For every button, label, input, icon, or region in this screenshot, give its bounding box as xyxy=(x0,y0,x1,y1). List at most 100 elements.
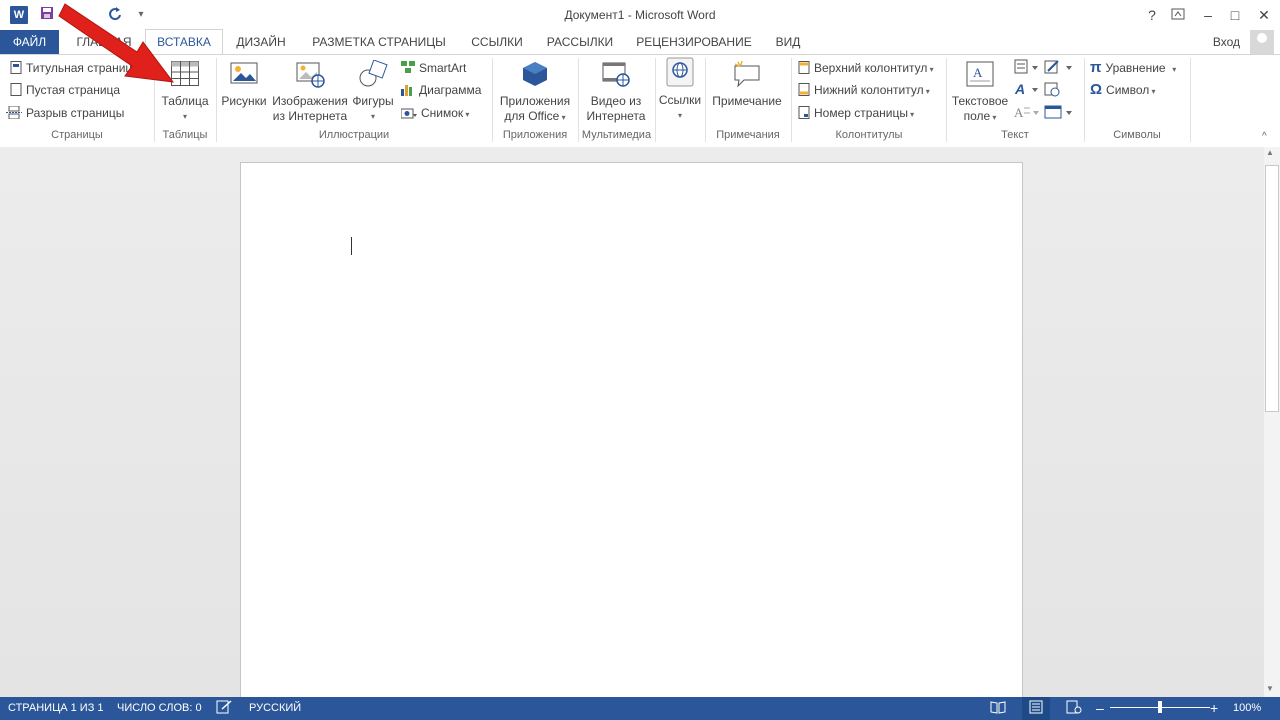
tab-page-layout[interactable]: РАЗМЕТКА СТРАНИЦЫ xyxy=(304,30,454,54)
pictures-label: Рисунки xyxy=(221,94,267,108)
online-video-label-line2: Интернета xyxy=(586,109,646,123)
window-title: Документ1 - Microsoft Word xyxy=(564,8,716,22)
chevron-down-icon: ▾ xyxy=(927,65,934,74)
chart-button[interactable]: Диаграмма xyxy=(401,80,481,100)
signature-line-icon[interactable] xyxy=(1044,59,1074,78)
scroll-down-icon[interactable]: ▼ xyxy=(1266,684,1274,693)
help-button[interactable]: ? xyxy=(1141,4,1163,26)
online-pictures-button[interactable]: Изображения из Интернета xyxy=(271,60,349,124)
zoom-slider-thumb[interactable] xyxy=(1158,701,1162,713)
symbol-button[interactable]: Ω Символ ▾ xyxy=(1090,80,1156,100)
tab-review[interactable]: РЕЦЕНЗИРОВАНИЕ xyxy=(630,30,758,54)
online-video-icon xyxy=(601,60,631,88)
word-count[interactable]: ЧИСЛО СЛОВ: 0 xyxy=(117,697,202,720)
chevron-down-icon: ▾ xyxy=(1165,65,1177,74)
chevron-down-icon: ▾ xyxy=(1149,87,1156,96)
footer-button[interactable]: Нижний колонтитул ▾ xyxy=(798,80,930,100)
online-video-button[interactable]: Видео из Интернета xyxy=(582,60,650,124)
svg-text:A: A xyxy=(1014,105,1024,120)
blank-page-icon xyxy=(10,82,22,96)
tab-mailings[interactable]: РАССЫЛКИ xyxy=(538,30,622,54)
screenshot-label: Снимок xyxy=(421,106,464,120)
screenshot-icon xyxy=(400,105,417,119)
equation-label: Уравнение xyxy=(1105,61,1166,75)
zoom-level[interactable]: 100% xyxy=(1233,697,1261,720)
page-number-button[interactable]: Номер страницы ▾ xyxy=(798,103,914,123)
web-layout-icon[interactable] xyxy=(1066,697,1082,720)
chevron-down-icon: ▾ xyxy=(370,112,375,121)
collapse-ribbon-icon[interactable]: ^ xyxy=(1262,131,1267,142)
equation-button[interactable]: π Уравнение ▾ xyxy=(1090,58,1176,78)
header-button[interactable]: Верхний колонтитул ▾ xyxy=(798,58,934,78)
text-box-label-line1: Текстовое xyxy=(951,94,1009,108)
text-box-button[interactable]: A Текстовое поле ▾ xyxy=(949,60,1011,125)
scrollbar-thumb[interactable] xyxy=(1265,165,1279,412)
drop-cap-icon[interactable]: A xyxy=(1014,104,1040,123)
sign-in-link[interactable]: Вход xyxy=(1213,30,1240,54)
comment-button[interactable]: Примечание xyxy=(708,60,786,109)
smartart-icon xyxy=(401,60,415,73)
group-separator xyxy=(655,58,656,142)
quick-parts-icon[interactable] xyxy=(1014,59,1040,78)
online-video-label-line1: Видео из xyxy=(590,94,642,108)
tab-design[interactable]: ДИЗАЙН xyxy=(224,30,298,54)
shapes-button[interactable]: Фигуры ▾ xyxy=(350,59,396,124)
wordart-icon[interactable]: A xyxy=(1014,81,1040,100)
smartart-label: SmartArt xyxy=(419,61,467,75)
chevron-down-icon: ▾ xyxy=(990,113,997,122)
online-pictures-icon xyxy=(295,60,325,88)
svg-text:A: A xyxy=(1014,81,1025,97)
footer-label: Нижний колонтитул xyxy=(814,83,924,97)
document-page[interactable] xyxy=(240,162,1023,704)
tab-file[interactable]: ФАЙЛ xyxy=(0,30,59,54)
office-apps-button[interactable]: Приложения для Office ▾ xyxy=(496,60,574,125)
avatar[interactable] xyxy=(1250,30,1274,54)
tab-view[interactable]: ВИД xyxy=(764,30,812,54)
pictures-button[interactable]: Рисунки xyxy=(220,60,268,109)
zoom-in-button[interactable]: + xyxy=(1210,697,1218,720)
read-mode-icon[interactable] xyxy=(990,697,1006,720)
text-box-icon: A xyxy=(965,60,995,88)
proofing-icon[interactable] xyxy=(216,697,232,720)
minimize-button[interactable]: – xyxy=(1197,4,1219,26)
insert-object-icon[interactable] xyxy=(1044,104,1074,123)
date-time-icon[interactable] xyxy=(1044,81,1062,100)
group-separator xyxy=(1190,58,1191,142)
table-label: Таблица xyxy=(161,94,209,108)
chart-icon xyxy=(401,82,415,96)
language-indicator[interactable]: РУССКИЙ xyxy=(249,697,301,720)
links-label: Ссылки xyxy=(658,93,702,107)
office-apps-label-line1: Приложения xyxy=(499,94,571,108)
print-layout-icon[interactable] xyxy=(1022,697,1050,720)
page-break-button[interactable]: Разрыв страницы xyxy=(6,103,124,123)
close-button[interactable]: ✕ xyxy=(1253,4,1275,26)
smartart-button[interactable]: SmartArt xyxy=(401,58,466,78)
chevron-down-icon: ▾ xyxy=(677,111,682,120)
group-label-tables: Таблицы xyxy=(162,129,208,141)
office-store-icon xyxy=(520,60,550,88)
scroll-up-icon[interactable]: ▲ xyxy=(1266,148,1274,157)
ribbon-display-options-icon[interactable] xyxy=(1167,4,1189,26)
online-pictures-label-line1: Изображения xyxy=(272,94,348,108)
group-label-media: Мультимедиа xyxy=(581,129,652,141)
group-label-illustrations: Иллюстрации xyxy=(318,129,390,141)
online-pictures-label-line2: из Интернета xyxy=(272,109,348,123)
page-break-icon xyxy=(6,105,22,120)
group-label-symbols: Символы xyxy=(1113,129,1161,141)
annotation-arrow xyxy=(58,3,175,83)
comment-icon xyxy=(732,60,762,88)
maximize-button[interactable]: □ xyxy=(1224,4,1246,26)
page-count[interactable]: СТРАНИЦА 1 ИЗ 1 xyxy=(8,697,104,720)
group-label-text: Текст xyxy=(1001,129,1029,141)
tab-references[interactable]: ССЫЛКИ xyxy=(462,30,532,54)
group-label-pages: Страницы xyxy=(51,129,103,141)
shapes-icon xyxy=(358,59,388,88)
page-number-icon xyxy=(798,105,810,119)
group-label-comments: Примечания xyxy=(716,129,780,141)
links-button[interactable]: Ссылки ▾ xyxy=(657,57,703,123)
group-label-apps: Приложения xyxy=(502,129,568,141)
chevron-down-icon: ▾ xyxy=(182,112,187,121)
zoom-out-button[interactable]: – xyxy=(1096,697,1104,720)
pi-icon: π xyxy=(1090,59,1102,76)
screenshot-button[interactable]: Снимок ▾ xyxy=(400,103,469,123)
